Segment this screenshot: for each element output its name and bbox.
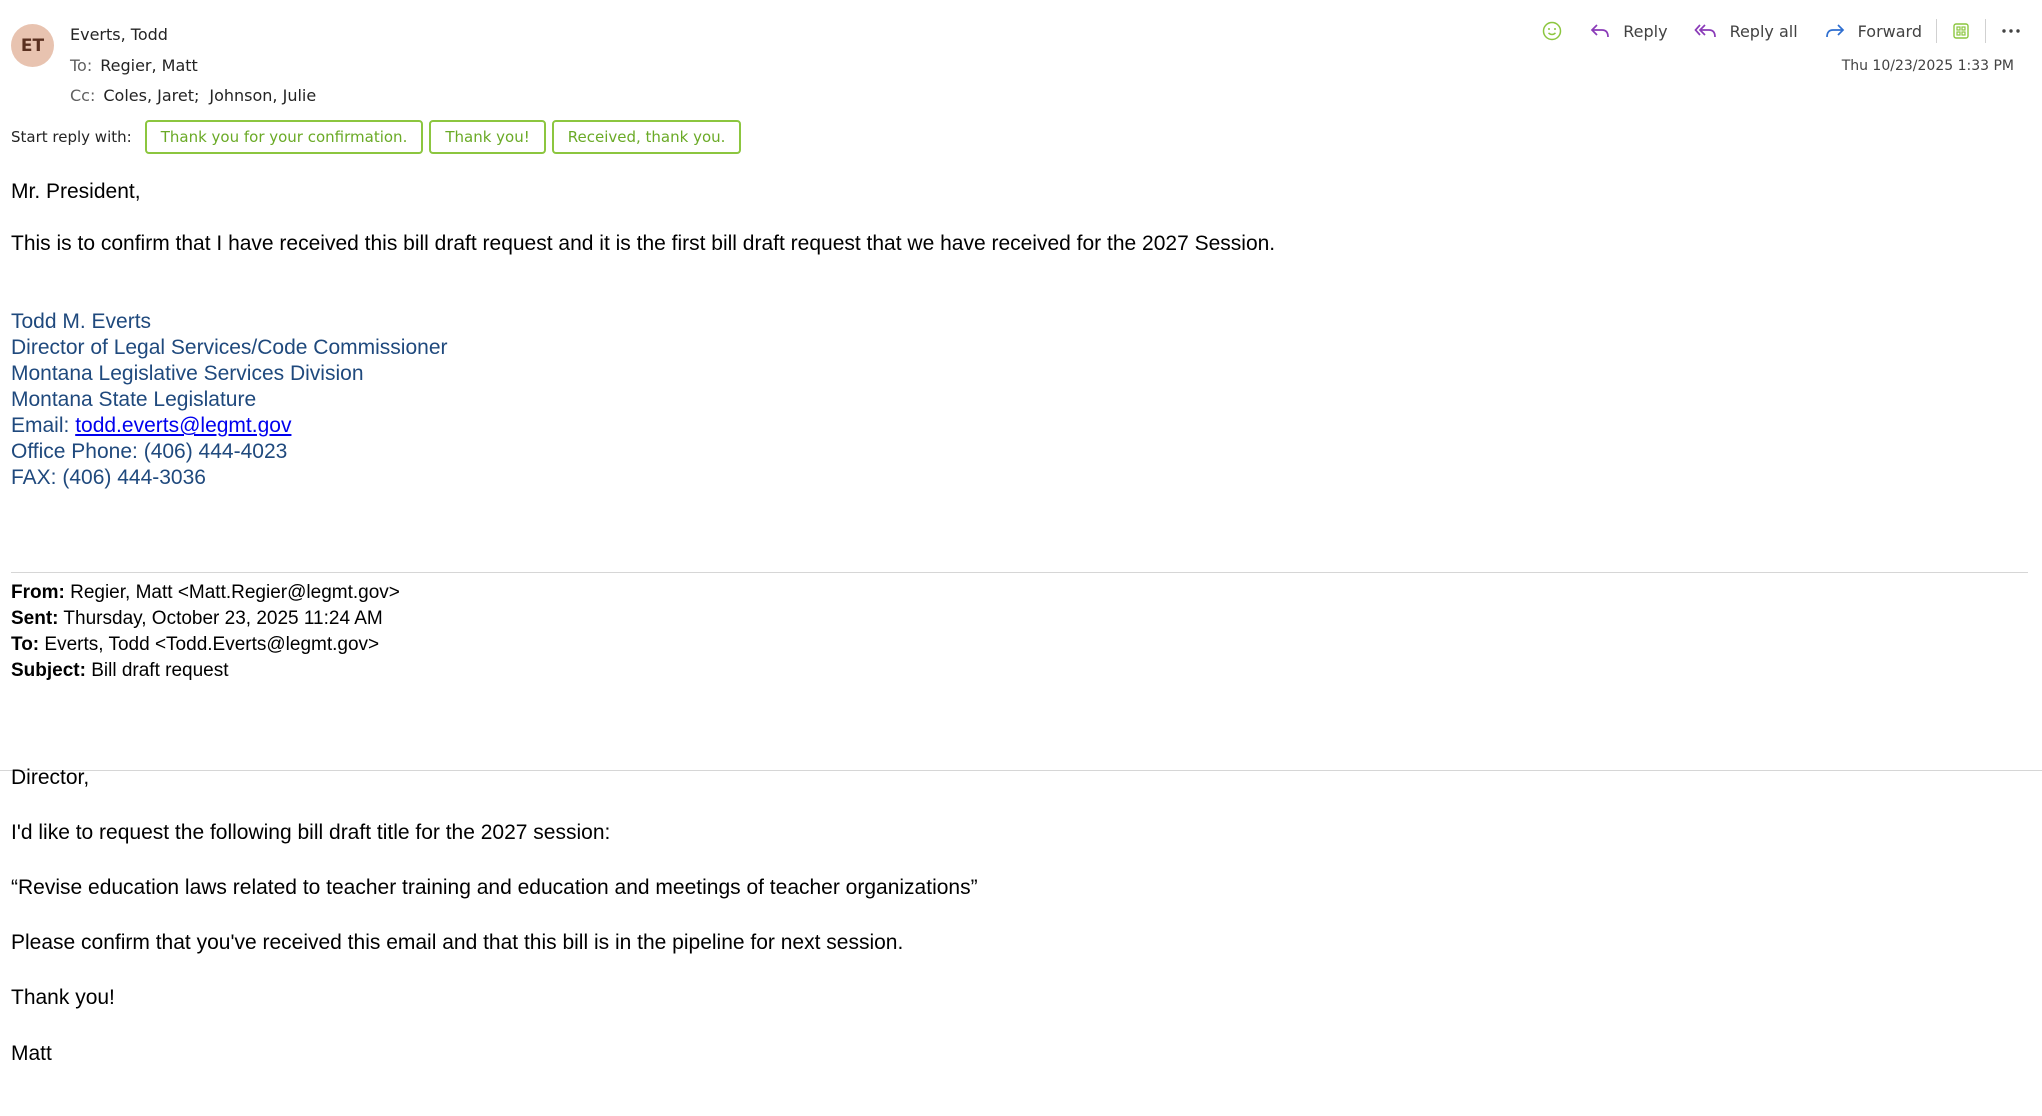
- suggested-replies: Start reply with: Thank you for your con…: [11, 120, 747, 154]
- original-to-label: To:: [11, 634, 40, 655]
- signature-title: Director of Legal Services/Code Commissi…: [11, 336, 448, 359]
- cc-line: Cc: Coles, Jaret; Johnson, Julie: [70, 86, 316, 105]
- message-date: Thu 10/23/2025 1:33 PM: [1841, 58, 2014, 74]
- reply-label: Reply: [1623, 21, 1668, 41]
- signature-fax: FAX: (406) 444-3036: [11, 466, 206, 489]
- signature-name: Todd M. Everts: [11, 310, 152, 333]
- original-line: “Revise education laws related to teache…: [11, 876, 978, 899]
- original-sent: Sent: Thursday, October 23, 2025 11:24 A…: [11, 606, 400, 632]
- reply-icon: [1591, 24, 1610, 38]
- to-recipient[interactable]: Regier, Matt: [100, 56, 198, 75]
- reply-all-label: Reply all: [1729, 21, 1798, 41]
- suggested-reply-chip[interactable]: Thank you!: [429, 120, 546, 154]
- original-line: Director,: [11, 766, 90, 789]
- signature-email-link[interactable]: todd.everts@legmt.gov: [75, 414, 291, 437]
- message-toolbar: Reply Reply all Forward: [1527, 18, 2022, 44]
- original-from-label: From:: [11, 582, 65, 603]
- original-subject: Subject: Bill draft request: [11, 658, 400, 684]
- original-line: Thank you!: [11, 986, 115, 1009]
- quoted-divider: [11, 572, 2028, 573]
- signature-email-label: Email:: [11, 414, 76, 437]
- greeting: Mr. President,: [11, 180, 141, 203]
- reply-all-button[interactable]: Reply all: [1693, 21, 1798, 41]
- forward-button[interactable]: Forward: [1824, 21, 1922, 41]
- more-icon[interactable]: [2000, 21, 2022, 41]
- reply-all-icon: [1693, 24, 1716, 38]
- original-sent-value: Thursday, October 23, 2025 11:24 AM: [58, 608, 383, 629]
- to-line: To: Regier, Matt: [70, 56, 198, 75]
- signature-block: Todd M. Everts Director of Legal Service…: [11, 309, 448, 491]
- sender-name[interactable]: Everts, Todd: [70, 25, 168, 44]
- sender-avatar[interactable]: ET: [11, 24, 54, 67]
- signature-email-line: Email: todd.everts@legmt.gov: [11, 413, 448, 439]
- suggested-reply-chip[interactable]: Received, thank you.: [551, 120, 742, 154]
- suggested-replies-label: Start reply with:: [11, 128, 132, 146]
- original-subject-label: Subject:: [11, 660, 86, 681]
- cc-recipient[interactable]: Coles, Jaret;: [103, 86, 199, 105]
- original-message-header: From: Regier, Matt <Matt.Regier@legmt.go…: [11, 580, 400, 684]
- original-to: To: Everts, Todd <Todd.Everts@legmt.gov>: [11, 632, 400, 658]
- toolbar-divider: [1985, 19, 1986, 43]
- cc-recipient[interactable]: Johnson, Julie: [209, 86, 316, 105]
- content-divider: [0, 770, 2042, 771]
- to-label: To:: [70, 56, 93, 75]
- forward-label: Forward: [1857, 21, 1922, 41]
- original-line: Matt: [11, 1042, 52, 1065]
- signature-phone: Office Phone: (406) 444-4023: [11, 440, 288, 463]
- suggested-reply-chip[interactable]: Thank you for your confirmation.: [144, 120, 424, 154]
- original-line: I'd like to request the following bill d…: [11, 821, 611, 844]
- reply-button[interactable]: Reply: [1589, 21, 1668, 41]
- emoji-icon[interactable]: [1541, 20, 1563, 42]
- signature-org: Montana State Legislature: [11, 388, 257, 411]
- original-from: From: Regier, Matt <Matt.Regier@legmt.go…: [11, 580, 400, 606]
- original-subject-value: Bill draft request: [85, 660, 229, 681]
- signature-division: Montana Legislative Services Division: [11, 362, 364, 385]
- original-to-value: Everts, Todd <Todd.Everts@legmt.gov>: [39, 634, 380, 655]
- toolbar-divider: [1936, 19, 1937, 43]
- cc-label: Cc:: [70, 86, 96, 105]
- original-sent-label: Sent:: [11, 608, 59, 629]
- original-from-value: Regier, Matt <Matt.Regier@legmt.gov>: [64, 582, 400, 603]
- original-line: Please confirm that you've received this…: [11, 931, 904, 954]
- forward-icon: [1825, 24, 1844, 38]
- apps-icon[interactable]: [1951, 21, 1971, 41]
- message-body: This is to confirm that I have received …: [11, 232, 1276, 255]
